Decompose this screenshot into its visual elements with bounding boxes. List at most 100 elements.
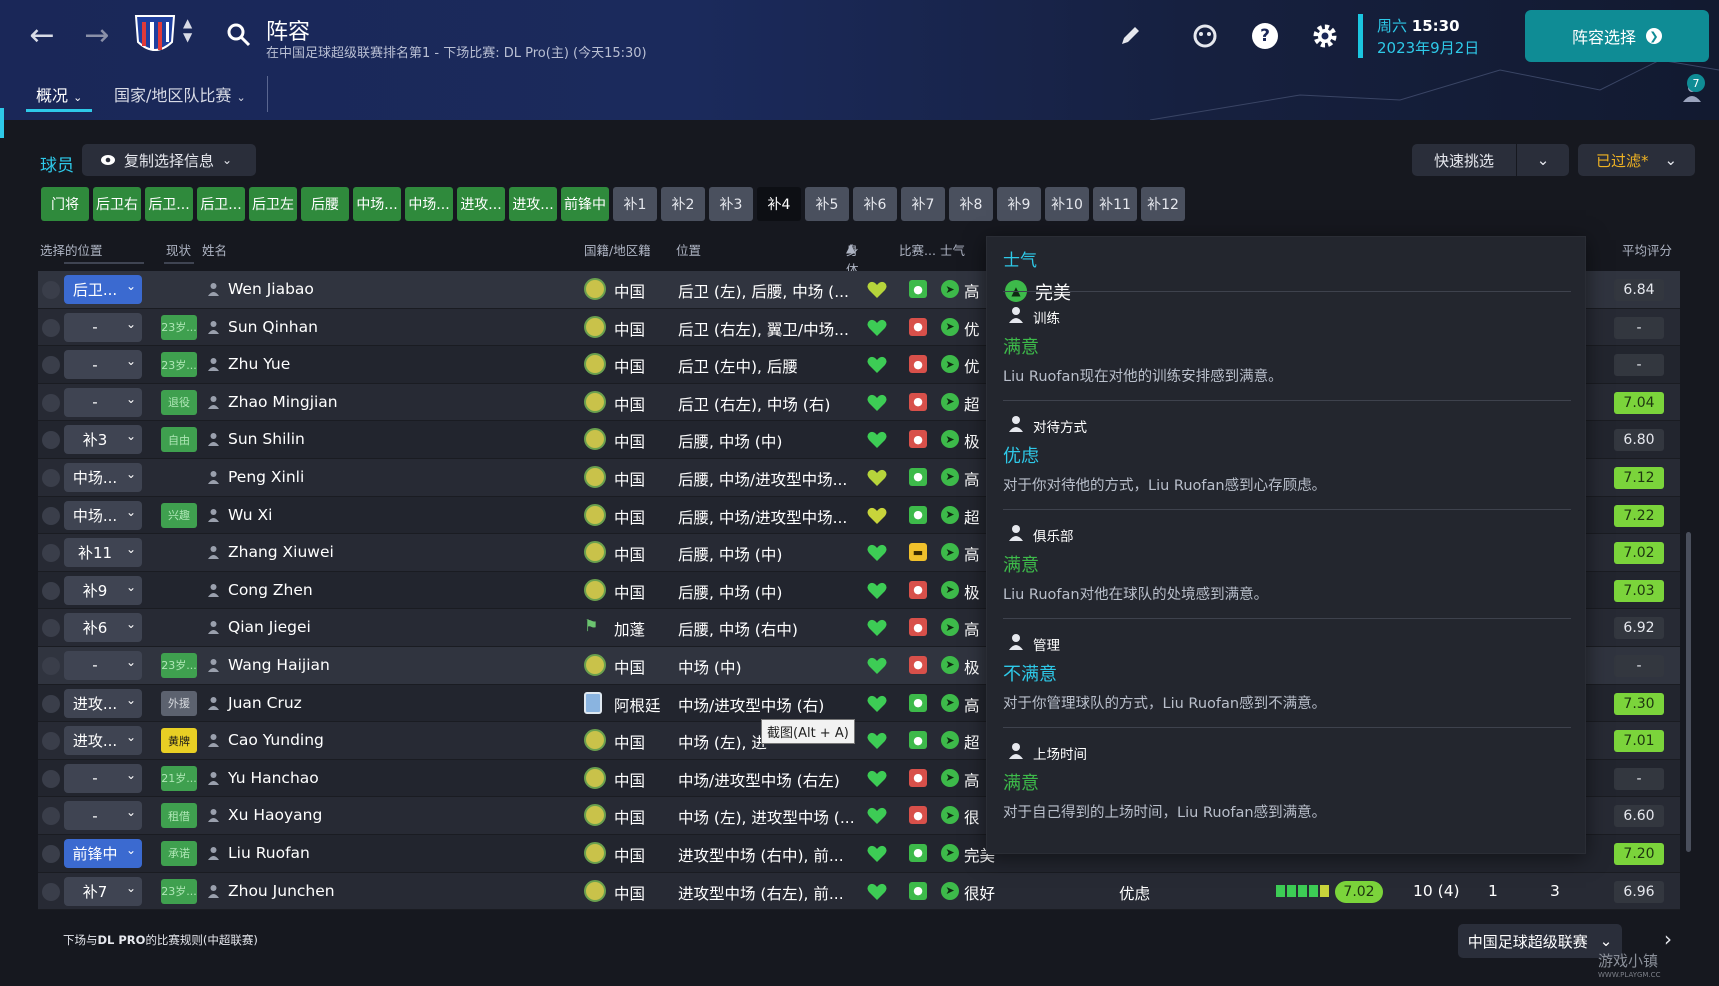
- position-chip[interactable]: 补8: [949, 187, 993, 221]
- player-name[interactable]: Zhang Xiuwei: [228, 543, 334, 561]
- select-checkbox[interactable]: [42, 694, 60, 713]
- status-badge[interactable]: 23岁...: [161, 878, 197, 904]
- status-badge[interactable]: 租借: [161, 803, 197, 829]
- select-checkbox[interactable]: [42, 769, 60, 788]
- select-checkbox[interactable]: [42, 468, 60, 487]
- player-name[interactable]: Yu Hanchao: [228, 769, 319, 787]
- forward-icon[interactable]: →: [80, 18, 114, 53]
- selected-position-dropdown[interactable]: 补6 ⌄: [64, 613, 142, 643]
- status-badge[interactable]: 自由: [161, 427, 197, 453]
- selected-position-dropdown[interactable]: 补11 ⌄: [64, 538, 142, 568]
- position-chip[interactable]: 补2: [661, 187, 705, 221]
- select-checkbox[interactable]: [42, 882, 60, 901]
- quick-pick-dropdown[interactable]: ⌄: [1517, 144, 1569, 176]
- select-checkbox[interactable]: [42, 656, 60, 675]
- selected-position-dropdown[interactable]: - ⌄: [64, 650, 142, 680]
- position-chip[interactable]: 补11: [1093, 187, 1137, 221]
- position-chip[interactable]: 补12: [1141, 187, 1185, 221]
- selected-position-dropdown[interactable]: - ⌄: [64, 350, 142, 380]
- filter-button[interactable]: 已过滤* ⌄: [1578, 144, 1695, 176]
- col-morale[interactable]: 士气: [940, 240, 965, 259]
- selected-position-dropdown[interactable]: 前锋中 ⌄: [64, 838, 142, 868]
- player-name[interactable]: Wu Xi: [228, 506, 272, 524]
- position-chip[interactable]: 补4: [757, 187, 801, 221]
- col-position[interactable]: 位置: [676, 240, 701, 259]
- col-status[interactable]: 现状: [166, 240, 191, 259]
- edit-pencil-icon[interactable]: [1114, 20, 1146, 52]
- player-name[interactable]: Zhou Junchen: [228, 882, 335, 900]
- player-name[interactable]: Qian Jiegei: [228, 618, 311, 636]
- player-name[interactable]: Juan Cruz: [228, 694, 302, 712]
- position-chip[interactable]: 进攻...: [509, 187, 557, 221]
- select-checkbox[interactable]: [42, 844, 60, 863]
- selected-position-dropdown[interactable]: 中场... ⌄: [64, 500, 142, 530]
- selected-position-dropdown[interactable]: 后卫... ⌄: [64, 275, 142, 304]
- select-checkbox[interactable]: [42, 807, 60, 826]
- status-badge[interactable]: 23岁...: [161, 314, 197, 340]
- status-badge[interactable]: 黄牌: [161, 728, 197, 754]
- selected-position-dropdown[interactable]: 补9 ⌄: [64, 575, 142, 605]
- table-row[interactable]: 补7 ⌄ 23岁... Zhou Junchen 中国 进攻型中场 (右左), 前... ●…: [38, 872, 1680, 911]
- status-badge[interactable]: 外援: [161, 690, 197, 716]
- col-match[interactable]: 比赛...: [899, 240, 936, 259]
- club-crest-icon[interactable]: [132, 12, 178, 60]
- selected-position-dropdown[interactable]: 补3 ⌄: [64, 425, 142, 455]
- position-chip[interactable]: 进攻...: [457, 187, 505, 221]
- settings-gear-icon[interactable]: [1309, 20, 1341, 52]
- player-name[interactable]: Sun Qinhan: [228, 318, 318, 336]
- copy-selection-button[interactable]: 复制选择信息 ⌄: [82, 144, 256, 176]
- match-rules-link[interactable]: 下场与DL PRO的比赛规则(中超联赛): [63, 932, 258, 948]
- position-chip[interactable]: 补5: [805, 187, 849, 221]
- position-chip[interactable]: 补9: [997, 187, 1041, 221]
- selected-position-dropdown[interactable]: 进攻... ⌄: [64, 688, 142, 718]
- player-name[interactable]: Wen Jiabao: [228, 280, 314, 298]
- search-icon[interactable]: [226, 22, 252, 48]
- tab-national-team[interactable]: 国家/地区队比赛 ⌄: [114, 82, 246, 106]
- position-chip[interactable]: 后腰: [301, 187, 349, 221]
- player-name[interactable]: Cong Zhen: [228, 581, 313, 599]
- position-chip[interactable]: 补3: [709, 187, 753, 221]
- player-name[interactable]: Zhu Yue: [228, 355, 290, 373]
- select-checkbox[interactable]: [42, 318, 60, 337]
- quick-pick-button[interactable]: 快速挑选: [1412, 144, 1516, 176]
- status-badge[interactable]: 23岁...: [161, 352, 197, 378]
- position-chip[interactable]: 中场...: [405, 187, 453, 221]
- select-checkbox[interactable]: [42, 356, 60, 375]
- position-chip[interactable]: 门将: [41, 187, 89, 221]
- player-name[interactable]: Sun Shilin: [228, 430, 305, 448]
- col-avg-rating[interactable]: 平均评分: [1622, 240, 1672, 259]
- club-switch-chevrons-icon[interactable]: ▲ ▼: [183, 16, 192, 44]
- position-chip[interactable]: 补7: [901, 187, 945, 221]
- help-icon[interactable]: ?: [1252, 23, 1278, 49]
- position-chip[interactable]: 后卫右: [93, 187, 141, 221]
- selected-position-dropdown[interactable]: - ⌄: [64, 312, 142, 342]
- position-chip[interactable]: 后卫...: [145, 187, 193, 221]
- tab-overview[interactable]: 概况 ⌄: [26, 82, 93, 112]
- col-nationality[interactable]: 国籍/地区籍: [584, 240, 651, 259]
- position-chip[interactable]: 补6: [853, 187, 897, 221]
- select-checkbox[interactable]: [42, 393, 60, 412]
- position-chip[interactable]: 补10: [1045, 187, 1089, 221]
- player-name[interactable]: Wang Haijian: [228, 656, 330, 674]
- position-chip[interactable]: 中场...: [353, 187, 401, 221]
- status-badge[interactable]: 兴趣: [161, 502, 197, 528]
- select-checkbox[interactable]: [42, 581, 60, 600]
- status-badge[interactable]: 23岁...: [161, 652, 197, 678]
- player-name[interactable]: Cao Yunding: [228, 731, 324, 749]
- chevron-right-icon[interactable]: ›: [1664, 927, 1672, 951]
- col-selected-position[interactable]: 选择的位置: [40, 240, 103, 259]
- position-chip[interactable]: 后卫...: [197, 187, 245, 221]
- position-chip[interactable]: 前锋中: [561, 187, 609, 221]
- selected-position-dropdown[interactable]: 补7 ⌄: [64, 876, 142, 906]
- player-name[interactable]: Peng Xinli: [228, 468, 304, 486]
- back-icon[interactable]: ←: [25, 18, 59, 53]
- player-name[interactable]: Liu Ruofan: [228, 844, 310, 862]
- select-checkbox[interactable]: [42, 431, 60, 450]
- selected-position-dropdown[interactable]: 进攻... ⌄: [64, 726, 142, 756]
- status-badge[interactable]: 21岁...: [161, 765, 197, 791]
- position-chip[interactable]: 后卫左: [249, 187, 297, 221]
- scrollbar[interactable]: [1686, 532, 1691, 852]
- lineup-select-button[interactable]: 阵容选择 ❯: [1525, 10, 1709, 62]
- select-checkbox[interactable]: [42, 281, 60, 299]
- col-name[interactable]: 姓名: [202, 240, 227, 259]
